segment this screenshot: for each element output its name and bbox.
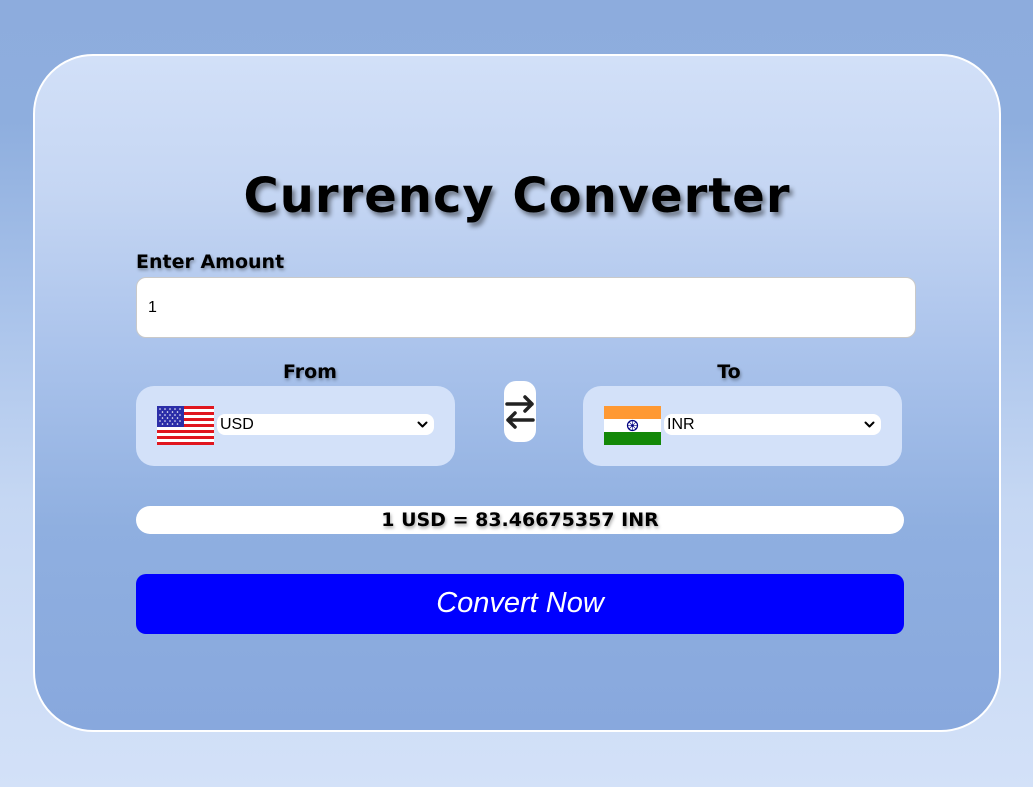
us-flag-icon	[157, 406, 214, 445]
india-flag-icon	[604, 406, 661, 445]
chevron-down-icon	[864, 421, 875, 428]
to-currency-select[interactable]: INR	[664, 414, 881, 435]
page-title: Currency Converter	[243, 168, 791, 224]
to-label: To	[717, 361, 741, 383]
amount-label: Enter Amount	[136, 251, 285, 273]
exchange-rate-result: 1 USD = 83.46675357 INR	[136, 506, 904, 534]
amount-input[interactable]	[136, 277, 916, 338]
converter-card: Currency Converter Enter Amount From	[33, 54, 1001, 732]
to-currency-box: INR	[583, 386, 902, 466]
to-currency-value: INR	[667, 416, 695, 433]
from-label: From	[283, 361, 337, 383]
swap-arrows-icon	[505, 394, 535, 429]
from-currency-select[interactable]: USD	[217, 414, 434, 435]
swap-button[interactable]	[504, 381, 536, 442]
from-currency-value: USD	[220, 416, 254, 433]
from-currency-box: USD	[136, 386, 455, 466]
convert-now-button[interactable]: Convert Now	[136, 574, 904, 634]
chevron-down-icon	[417, 421, 428, 428]
